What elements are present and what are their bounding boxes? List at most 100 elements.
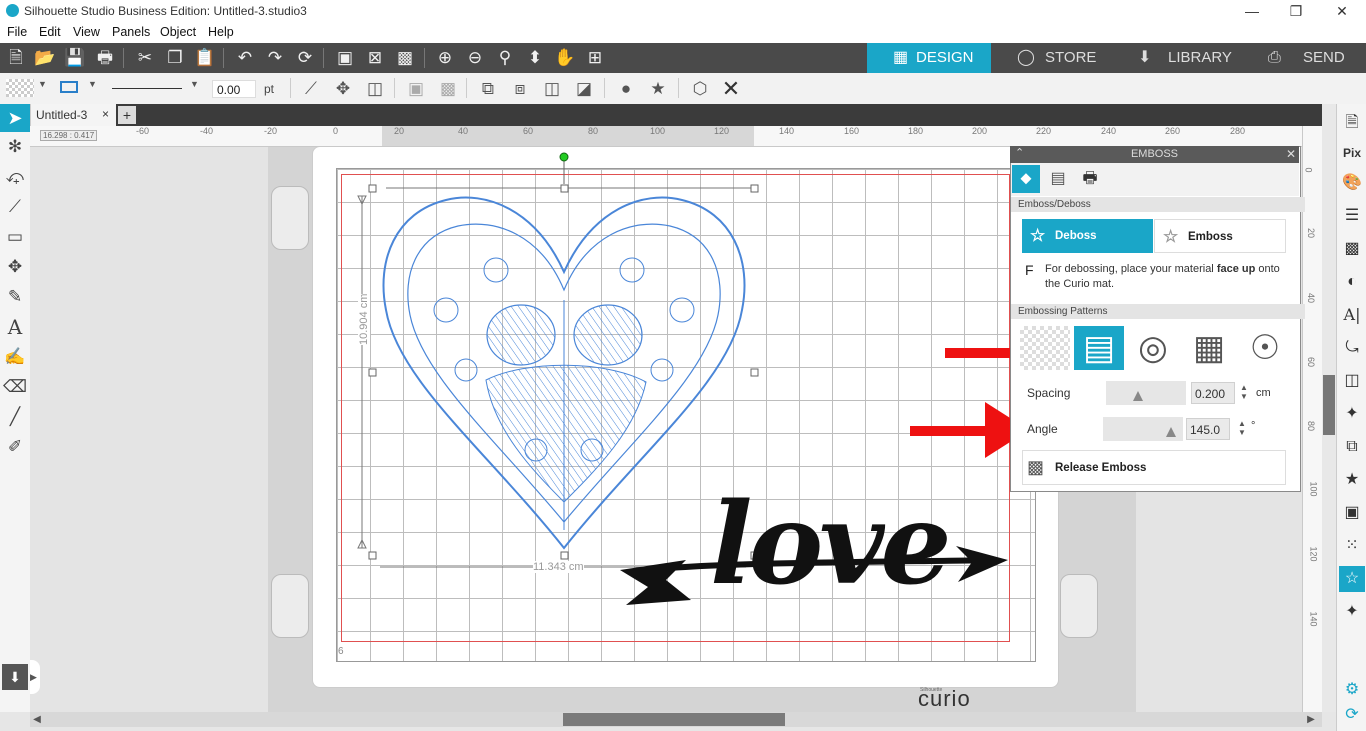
save-icon[interactable]: 💾 — [61, 43, 89, 73]
new-file-icon[interactable]: 🗎 — [2, 43, 30, 73]
angle-slider[interactable] — [1103, 417, 1183, 441]
shapes-icon[interactable]: ● — [612, 75, 640, 103]
deboss-button[interactable]: ☆ Deboss — [1022, 219, 1153, 253]
pattern-none-icon[interactable] — [1020, 326, 1070, 370]
close-window-button[interactable]: ✕ — [1330, 1, 1354, 21]
eyedropper-icon[interactable]: ✐ — [2, 434, 28, 460]
bring-to-front-icon[interactable]: ◫ — [538, 75, 566, 103]
close-panel-icon[interactable]: ✕ — [1286, 147, 1296, 161]
emboss-star-icon[interactable]: ☆ — [1339, 566, 1365, 592]
redo-icon[interactable]: ↷ — [261, 43, 289, 73]
line-icon[interactable]: ⟋ — [2, 194, 28, 220]
puzzle-icon[interactable]: ✦ — [1339, 599, 1365, 625]
document-tab[interactable]: Untitled-3 × — [30, 104, 116, 126]
star-shape-icon[interactable]: ★ — [1339, 467, 1365, 493]
print-icon[interactable]: 🖶 — [91, 43, 119, 73]
angle-spinner-icon[interactable]: ▲ ▼ — [1238, 419, 1246, 437]
rectangle-icon[interactable]: ▭ — [2, 224, 28, 250]
menu-object[interactable]: Object — [160, 25, 196, 39]
deselect-icon[interactable]: ⊠ — [361, 43, 389, 73]
zoom-out-icon[interactable]: ⊖ — [461, 43, 489, 73]
rotate-handle[interactable] — [559, 152, 569, 162]
send-to-back-icon[interactable]: ◪ — [570, 75, 598, 103]
line-width-input[interactable]: 0.00 — [212, 80, 256, 98]
curve-icon[interactable]: ⤽ — [2, 164, 28, 190]
heart-design[interactable] — [382, 196, 746, 550]
select-all-icon[interactable]: ▣ — [331, 43, 359, 73]
line-tool-icon[interactable]: ⟋ — [297, 75, 325, 103]
love-text[interactable]: love — [710, 470, 952, 620]
move-arrows-icon[interactable]: ✥ — [2, 254, 28, 280]
tab-store[interactable]: ◯ STORE — [1005, 43, 1125, 73]
tab-send[interactable]: ⎙ SEND — [1258, 43, 1364, 73]
undo-icon[interactable]: ↶ — [231, 43, 259, 73]
expand-panel-icon[interactable]: ▶ — [30, 660, 40, 694]
tab-design[interactable]: ▦ DESIGN — [867, 43, 991, 73]
text-icon[interactable]: A — [2, 314, 28, 340]
chevron-down-icon[interactable]: ▼ — [88, 79, 97, 89]
edit-icon[interactable]: ✍ — [2, 344, 28, 370]
restore-button[interactable]: ❐ — [1284, 1, 1308, 21]
pan-hand-icon[interactable]: ✋ — [551, 43, 579, 73]
transform-icon[interactable]: ✦ — [1339, 401, 1365, 427]
horizontal-scroll-thumb[interactable] — [563, 713, 785, 726]
zoom-box-icon[interactable]: ⚲ — [491, 43, 519, 73]
select-arrow-icon[interactable]: ➤ — [0, 104, 30, 132]
emboss-button[interactable]: ☆ Emboss — [1154, 219, 1286, 253]
line-style-preview[interactable] — [112, 88, 182, 89]
cut-icon[interactable]: ✂ — [131, 43, 159, 73]
fit-to-page-icon[interactable]: ⊞ — [581, 43, 609, 73]
pattern-lines-icon[interactable]: ▤ — [1074, 326, 1124, 370]
transparency-icon[interactable]: ◐ — [1339, 269, 1365, 295]
menu-file[interactable]: File — [7, 25, 27, 39]
align-icon[interactable]: ◫ — [361, 75, 389, 103]
pattern-spiral-icon[interactable]: ☉ — [1240, 326, 1290, 370]
trace-icon[interactable]: ▣ — [1339, 500, 1365, 526]
angle-input[interactable]: 145.0 — [1186, 418, 1230, 440]
slider-thumb[interactable] — [1166, 427, 1176, 437]
open-folder-icon[interactable]: 📂 — [31, 43, 59, 73]
close-tab-icon[interactable]: × — [102, 107, 109, 121]
3d-box-icon[interactable]: ⬡ — [686, 75, 714, 103]
text-style-icon[interactable]: A| — [1339, 302, 1365, 328]
paste-icon[interactable]: 📋 — [191, 43, 219, 73]
minimize-button[interactable]: — — [1240, 1, 1264, 21]
pencil-icon[interactable]: ✎ — [2, 284, 28, 310]
zoom-in-icon[interactable]: ⊕ — [431, 43, 459, 73]
menu-panels[interactable]: Panels — [112, 25, 150, 39]
slider-thumb[interactable] — [1133, 391, 1143, 401]
page-setup-icon[interactable]: 🗎 — [1339, 110, 1365, 136]
spacing-spinner-icon[interactable]: ▲ ▼ — [1240, 383, 1248, 401]
refresh-icon[interactable]: ⟳ — [1339, 702, 1365, 728]
chevron-down-icon[interactable]: ▼ — [190, 79, 199, 89]
add-tab-button[interactable]: + — [118, 106, 136, 124]
spacing-slider[interactable] — [1106, 381, 1186, 405]
sketch-icon[interactable]: ⤿ — [1339, 335, 1365, 361]
emboss-tool-tab-icon[interactable]: ⬥ — [1012, 165, 1040, 193]
send-backward-icon[interactable]: ⧈ — [506, 75, 534, 103]
move-icon[interactable]: ✥ — [329, 75, 357, 103]
replicate-icon[interactable]: ⧉ — [1339, 434, 1365, 460]
menu-view[interactable]: View — [73, 25, 100, 39]
settings-gear-icon[interactable]: ⚙ — [1339, 677, 1365, 703]
print-icon[interactable]: 🖶 — [1076, 165, 1104, 193]
spacing-input[interactable]: 0.200 — [1191, 382, 1235, 404]
drag-zoom-icon[interactable]: ⬍ — [521, 43, 549, 73]
menu-edit[interactable]: Edit — [39, 25, 61, 39]
scroll-right-icon[interactable]: ▶ — [1304, 712, 1318, 727]
pixscan-icon[interactable]: Pix — [1339, 140, 1365, 166]
point-edit-icon[interactable]: ✻ — [2, 134, 28, 160]
line-color-swatch[interactable] — [60, 81, 78, 93]
line-style-icon[interactable]: ☰ — [1339, 203, 1365, 229]
vertical-scroll-thumb[interactable] — [1323, 375, 1335, 435]
eraser-icon[interactable]: ⌫ — [2, 374, 28, 400]
close-icon[interactable]: ✕ — [717, 75, 745, 103]
rhinestone-icon[interactable]: ⁙ — [1339, 533, 1365, 559]
fill-pattern-icon[interactable]: ▩ — [1339, 236, 1365, 262]
pattern-circles-icon[interactable]: ◎ — [1128, 326, 1178, 370]
fill-color-icon[interactable]: 🎨 — [1339, 170, 1365, 196]
tab-library[interactable]: ⬇ LIBRARY — [1128, 43, 1252, 73]
release-emboss-button[interactable]: ▩ Release Emboss — [1022, 450, 1286, 485]
copy-icon[interactable]: ❐ — [161, 43, 189, 73]
menu-help[interactable]: Help — [208, 25, 234, 39]
